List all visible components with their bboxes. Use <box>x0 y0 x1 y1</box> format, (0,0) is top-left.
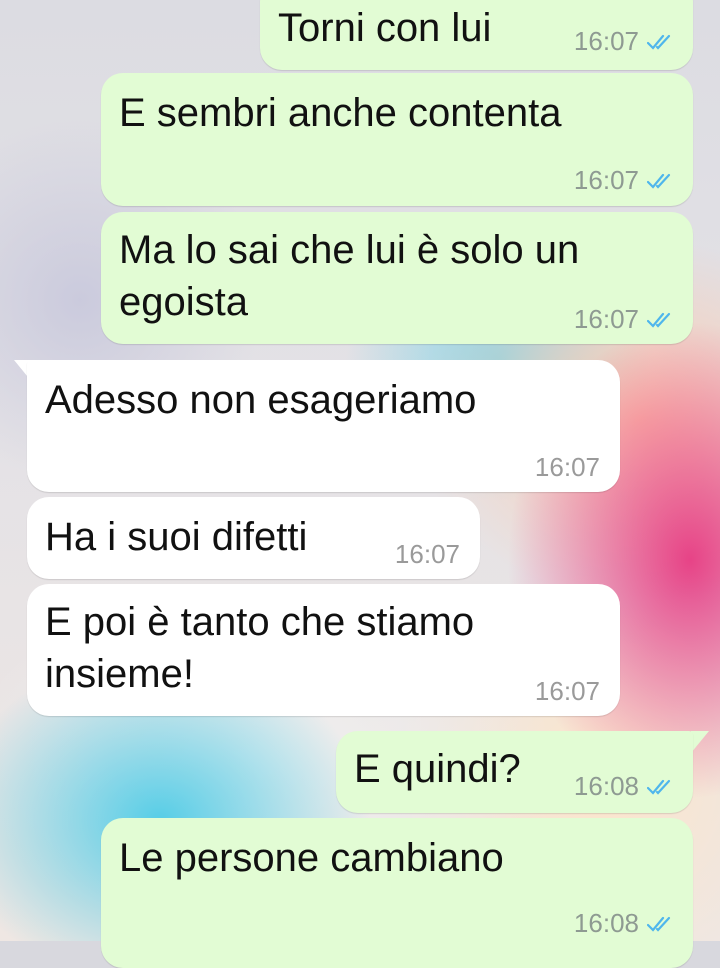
read-double-check-icon <box>647 34 671 50</box>
message-time: 16:07 <box>394 539 460 569</box>
message-text: Ma lo sai che lui è solo un egoista <box>119 228 580 324</box>
message-bubble-outgoing[interactable]: Torni con lui 16:07 <box>260 0 693 70</box>
message-time: 16:08 <box>573 908 639 938</box>
message-bubble-outgoing[interactable]: E sembri anche contenta 16:07 <box>101 73 693 206</box>
message-bubble-incoming[interactable]: Adesso non esageriamo 16:07 <box>27 360 620 492</box>
message-time: 16:07 <box>534 452 600 482</box>
message-text: E sembri anche contenta <box>119 91 562 135</box>
read-double-check-icon <box>647 173 671 189</box>
message-meta: 16:07 <box>535 452 600 483</box>
message-meta: 16:08 <box>574 771 677 802</box>
message-text: Ha i suoi difetti <box>45 515 308 559</box>
read-double-check-icon <box>647 312 671 328</box>
read-double-check-icon <box>647 916 671 932</box>
message-bubble-incoming[interactable]: Ha i suoi difetti 16:07 <box>27 497 480 579</box>
message-text: Torni con lui <box>278 6 492 50</box>
read-double-check-icon <box>647 779 671 795</box>
message-bubble-outgoing[interactable]: Le persone cambiano 16:08 <box>101 818 693 968</box>
message-text: Adesso non esageriamo <box>45 378 477 422</box>
message-text: E quindi? <box>354 747 521 791</box>
message-bubble-outgoing[interactable]: Ma lo sai che lui è solo un egoista 16:0… <box>101 212 693 344</box>
message-meta: 16:07 <box>574 304 677 335</box>
bubble-tail <box>691 731 709 753</box>
message-meta: 16:07 <box>535 676 600 707</box>
message-time: 16:07 <box>573 304 639 334</box>
message-meta: 16:07 <box>395 539 460 570</box>
message-bubble-incoming[interactable]: E poi è tanto che stiamo insieme! 16:07 <box>27 584 620 716</box>
message-meta: 16:08 <box>574 908 677 939</box>
message-time: 16:08 <box>573 771 639 801</box>
message-text: Le persone cambiano <box>119 836 504 880</box>
message-meta: 16:07 <box>574 165 677 196</box>
message-time: 16:07 <box>534 676 600 706</box>
message-bubble-outgoing[interactable]: E quindi? 16:08 <box>336 731 693 813</box>
message-time: 16:07 <box>573 26 639 56</box>
message-text: E poi è tanto che stiamo insieme! <box>45 600 475 696</box>
message-time: 16:07 <box>573 165 639 195</box>
message-meta: 16:07 <box>574 26 677 57</box>
